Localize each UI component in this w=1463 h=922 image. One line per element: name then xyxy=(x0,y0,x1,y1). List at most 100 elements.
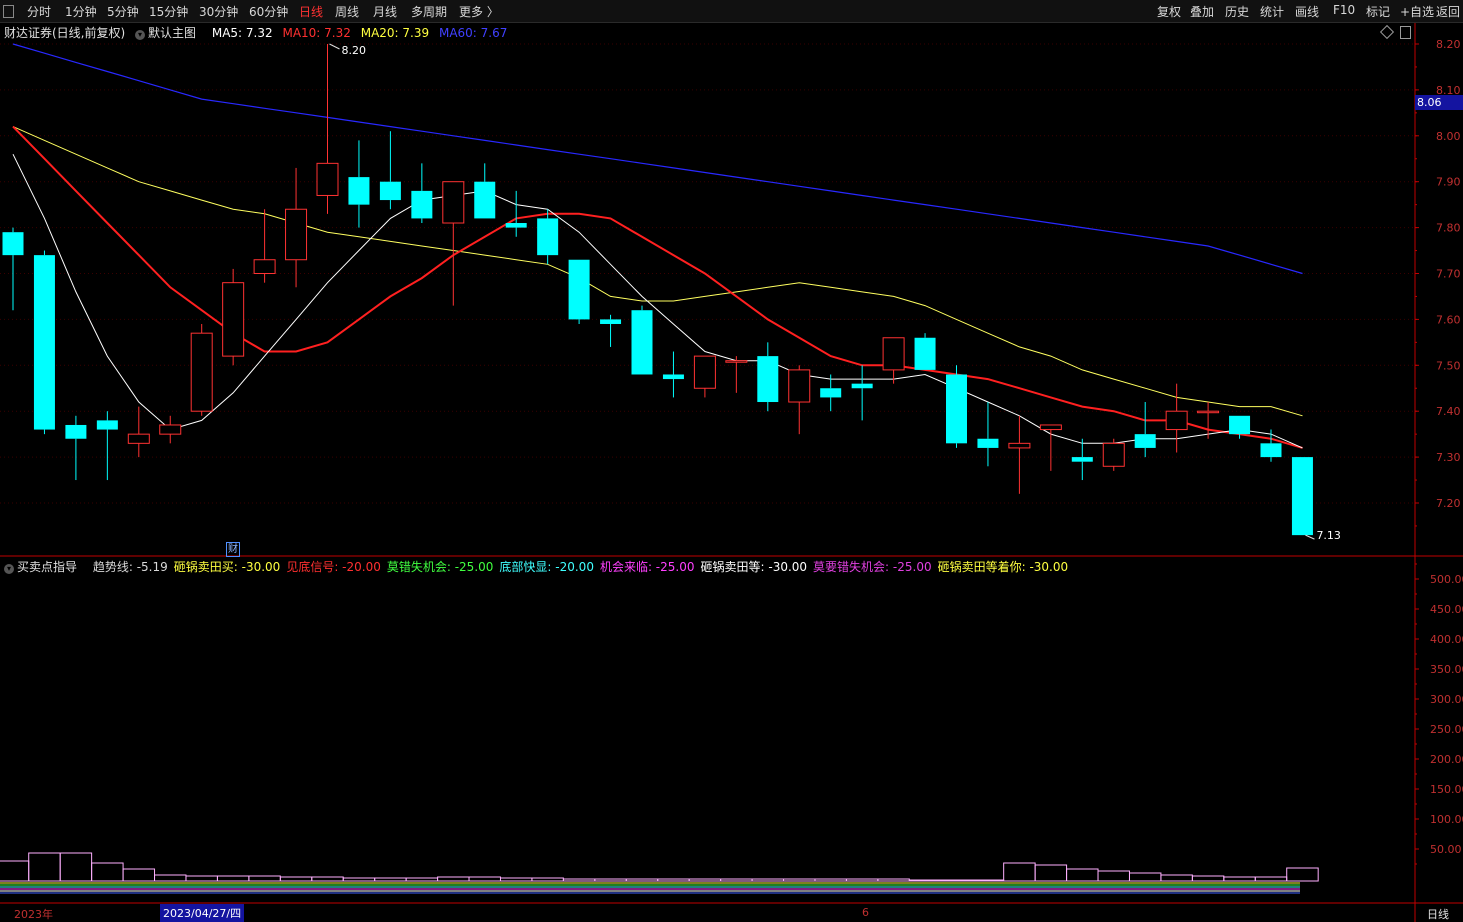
candle-body xyxy=(1102,442,1125,467)
candle xyxy=(442,181,465,306)
tool-button-8[interactable]: 返回 xyxy=(1436,3,1460,20)
period-tab-9[interactable]: 多周期 xyxy=(411,3,447,20)
tool-button-4[interactable]: 画线 xyxy=(1295,3,1319,20)
candle xyxy=(505,190,527,237)
candle xyxy=(1039,424,1062,471)
candle-body xyxy=(2,232,24,256)
candle xyxy=(882,337,905,384)
period-tab-6[interactable]: 日线 xyxy=(299,3,323,20)
candle-body xyxy=(474,181,496,219)
price-tick-label: 7.60 xyxy=(1436,313,1461,326)
indicator-tick-label: 250.00 xyxy=(1430,723,1463,736)
candle xyxy=(693,355,716,398)
tool-button-6[interactable]: 标记 xyxy=(1366,3,1390,20)
candle-body xyxy=(693,355,716,389)
candle xyxy=(1165,383,1188,453)
indicator-value-4: 底部快显: -20.00 xyxy=(499,560,594,574)
candle-body xyxy=(851,383,873,389)
indicator-bar xyxy=(0,860,30,882)
candle-body xyxy=(505,223,527,228)
candle-body xyxy=(348,177,370,205)
indicator-bar xyxy=(531,877,564,882)
candle-body xyxy=(1039,424,1062,431)
kline-chart[interactable]: 8.207.13 8.208.108.007.907.807.707.607.5… xyxy=(0,0,1463,922)
price-tick-label: 7.30 xyxy=(1436,451,1461,464)
price-tick-label: 7.20 xyxy=(1436,497,1461,510)
indicator-tick-label: 200.00 xyxy=(1430,753,1463,766)
price-tick-label: 7.90 xyxy=(1436,176,1461,189)
candle-body xyxy=(788,369,811,403)
candle xyxy=(33,250,55,435)
event-marker[interactable]: 财 xyxy=(226,542,240,557)
panel-icon[interactable] xyxy=(1400,26,1411,39)
low-label: 7.13 xyxy=(1316,529,1341,542)
candle-body xyxy=(96,420,118,430)
indicator-bar xyxy=(185,875,218,882)
candle xyxy=(65,415,87,481)
date-axis: 2023年 2023/04/27/四 6 日线 xyxy=(0,904,1463,922)
candle xyxy=(1102,438,1125,471)
indicator-bar xyxy=(59,852,93,882)
candle-body xyxy=(1134,434,1156,448)
price-tick-label: 7.80 xyxy=(1436,222,1461,235)
indicator-bar xyxy=(1223,876,1256,882)
candle-body xyxy=(253,259,276,275)
tool-button-2[interactable]: 历史 xyxy=(1225,3,1249,20)
period-tab-8[interactable]: 月线 xyxy=(373,3,397,20)
indicator-value-7: 莫要错失机会: -25.00 xyxy=(813,560,932,574)
ma10-label: MA10: 7.32 xyxy=(282,26,351,40)
template-label[interactable]: ▾ 默认主图 xyxy=(135,26,206,40)
candle xyxy=(316,44,339,214)
period-tab-1[interactable]: 1分钟 xyxy=(65,3,97,20)
candle xyxy=(537,209,559,265)
low-arrow xyxy=(1305,534,1315,540)
indicator-bar xyxy=(940,879,973,882)
indicator-bar xyxy=(845,878,879,882)
candle-body xyxy=(568,259,590,320)
ma60-label: MA60: 7.67 xyxy=(438,26,508,40)
period-tab-2[interactable]: 5分钟 xyxy=(107,3,139,20)
indicator-value-3: 莫错失机会: -25.00 xyxy=(386,560,494,574)
ma60-line xyxy=(12,43,1303,275)
period-tab-7[interactable]: 周线 xyxy=(335,3,359,20)
period-toolbar: 分时 1分钟 5分钟 15分钟 30分钟 60分钟 日线 周线 月线 多周期 更多 〉 复权 叠加 历史… xyxy=(0,0,1463,23)
indicator-bar xyxy=(1003,862,1036,882)
indicator-name[interactable]: ▾ 买卖点指导 xyxy=(4,560,87,574)
candle xyxy=(600,314,622,347)
candle-body xyxy=(631,310,653,375)
candle xyxy=(1260,429,1282,462)
candle xyxy=(379,131,401,210)
tool-button-0[interactable]: 复权 xyxy=(1157,3,1181,20)
candle xyxy=(474,163,496,219)
tool-button-5[interactable]: F10 xyxy=(1333,3,1355,17)
indicator-header: ▾ 买卖点指导 趋势线: -5.19 砸锅卖田买: -30.00 见底信号: -20.… xyxy=(4,558,1080,574)
candle-body xyxy=(1165,410,1188,431)
tool-button-1[interactable]: 叠加 xyxy=(1190,3,1214,20)
candle-body xyxy=(379,181,401,201)
indicator-bar xyxy=(877,878,910,882)
candle xyxy=(662,351,684,398)
candle xyxy=(253,209,276,283)
cursor-date-label: 2023/04/27/四 xyxy=(160,904,245,922)
indicator-value-1: 砸锅卖田买: -30.00 xyxy=(173,560,281,574)
candle-body xyxy=(1008,442,1031,449)
period-tab-10[interactable]: 更多 〉 xyxy=(459,3,499,20)
tool-button-7[interactable]: +自选 xyxy=(1400,3,1434,20)
period-tab-3[interactable]: 15分钟 xyxy=(149,3,188,20)
indicator-bar xyxy=(1286,867,1319,882)
period-tab-4[interactable]: 30分钟 xyxy=(199,3,238,20)
chevron-down-icon: ▾ xyxy=(4,564,14,574)
indicator-tick-label: 50.00 xyxy=(1430,843,1462,856)
indicator-bar xyxy=(562,878,596,882)
period-tab-0[interactable]: 分时 xyxy=(27,3,51,20)
candle-body xyxy=(537,218,559,256)
candle-body xyxy=(662,374,684,380)
indicator-tick-label: 100.00 xyxy=(1430,813,1463,826)
period-label[interactable]: 日线 xyxy=(1427,906,1449,922)
period-tab-5[interactable]: 60分钟 xyxy=(249,3,288,20)
panel-toggle-icon[interactable] xyxy=(3,5,14,18)
month-label: 6 xyxy=(862,906,869,919)
candle xyxy=(946,365,967,448)
indicator-tick-label: 150.00 xyxy=(1430,783,1463,796)
tool-button-3[interactable]: 统计 xyxy=(1260,3,1284,20)
